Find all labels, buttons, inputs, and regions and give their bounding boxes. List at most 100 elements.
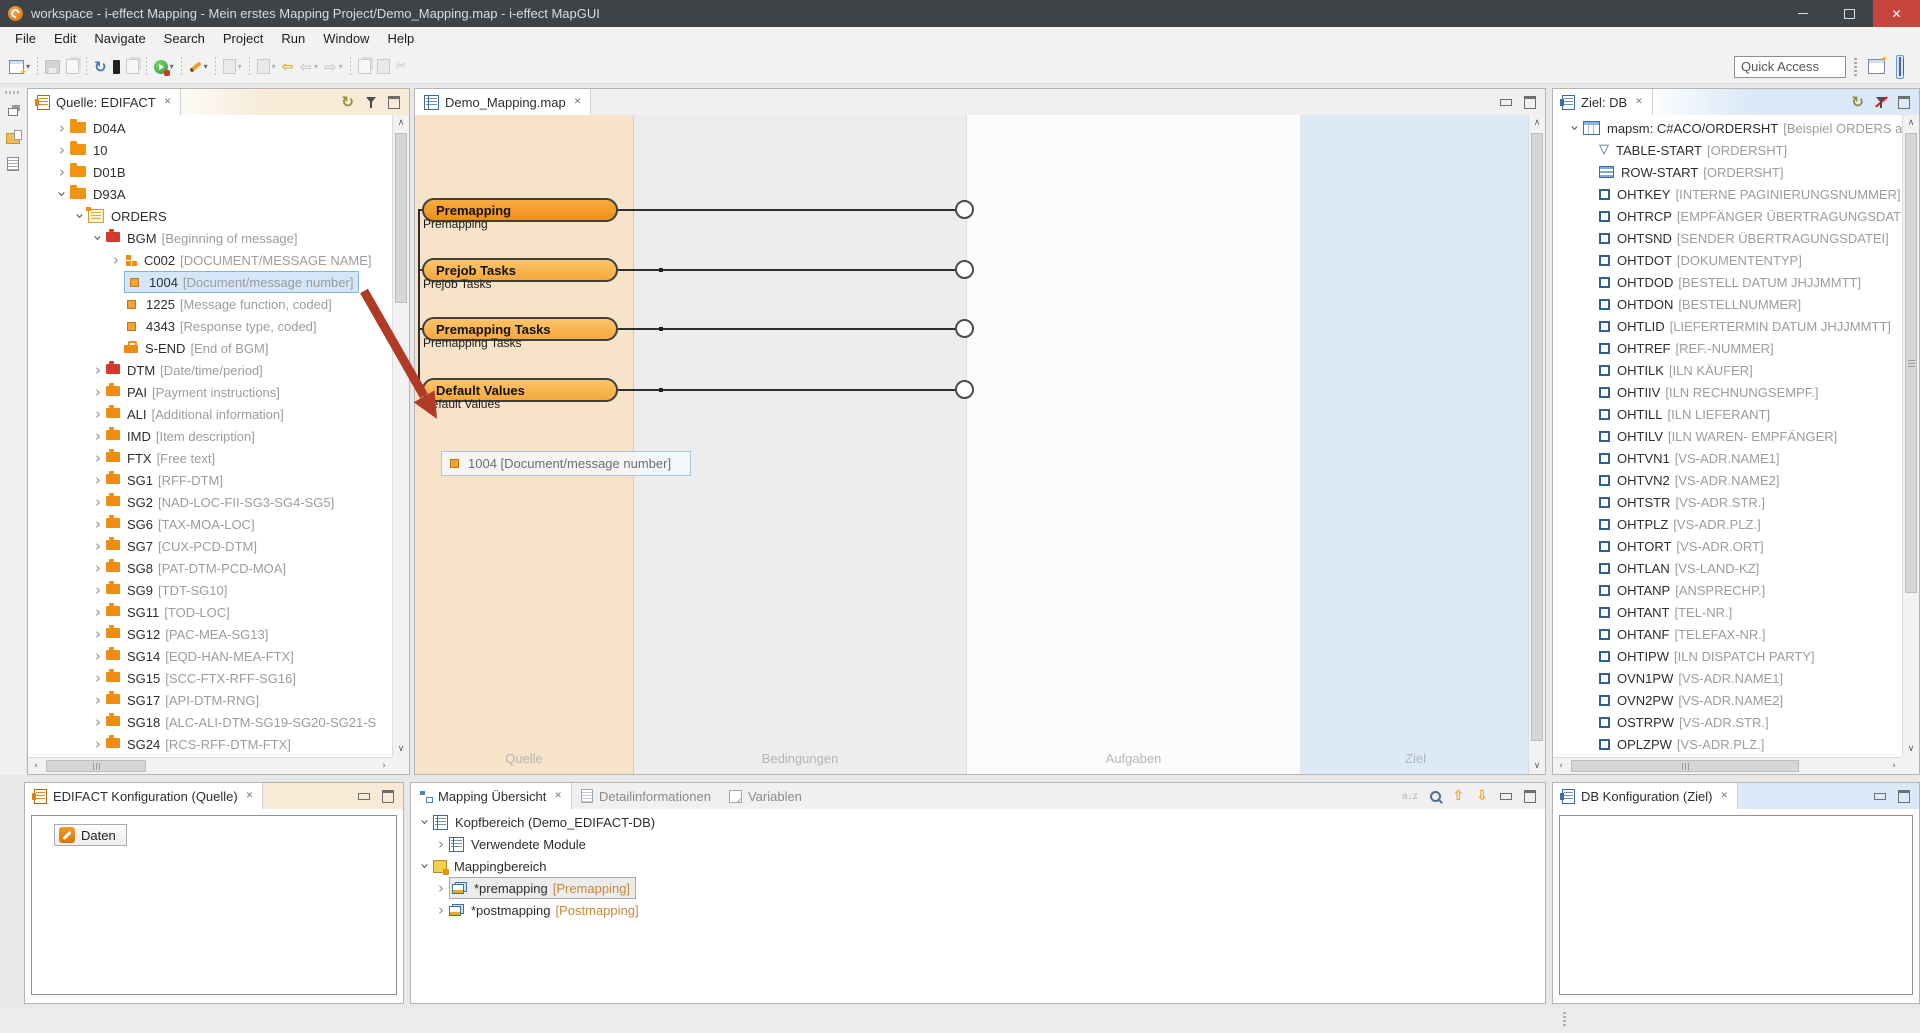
menu-navigate[interactable]: Navigate [85,31,154,46]
scroll-down-icon[interactable]: ∨ [1903,741,1919,757]
chevron-down-icon[interactable] [54,185,70,203]
tree-item[interactable]: 10 [28,139,392,161]
scroll-left-icon[interactable]: ‹ [1553,758,1569,774]
tree-item[interactable]: ROW-START[ORDERSHT] [1553,161,1902,183]
tree-item[interactable]: OHTORT[VS-ADR.ORT] [1553,535,1902,557]
tree-item[interactable]: SG11[TOD-LOC] [28,601,392,623]
chevron-right-icon[interactable] [90,493,106,511]
chevron-down-icon[interactable] [1567,119,1583,137]
chevron-right-icon[interactable] [54,119,70,137]
vertical-scrollbar[interactable]: ∧ ∨ [1902,115,1919,757]
link-with-editor-icon[interactable]: ↻ [341,95,354,110]
tree-item[interactable]: ALI[Additional information] [28,403,392,425]
chevron-down-icon[interactable] [417,857,433,875]
chevron-down-icon[interactable] [417,813,433,831]
vertical-scrollbar[interactable]: ∧ ∨ [392,115,409,757]
tree-item[interactable]: BGM[Beginning of message] [28,227,392,249]
tree-item[interactable]: SG1[RFF-DTM] [28,469,392,491]
chevron-right-icon[interactable] [433,901,449,919]
daten-button[interactable]: Daten [54,824,127,846]
menu-window[interactable]: Window [314,31,378,46]
tree-item[interactable]: OHTSTR[VS-ADR.STR.] [1553,491,1902,513]
tree-item[interactable]: SG24[RCS-RFF-DTM-FTX] [28,733,392,755]
tree-item[interactable]: 1225[Message function, coded] [28,293,392,315]
last-edit-location-button[interactable]: ⇦ [279,55,297,79]
horizontal-scrollbar[interactable]: ‹ › [28,757,392,774]
chevron-right-icon[interactable] [90,647,106,665]
sort-az-icon[interactable]: a↓z [1402,791,1418,802]
editor-vertical-scrollbar[interactable]: ∧ ∨ [1528,115,1545,774]
chevron-right-icon[interactable] [108,251,124,269]
tree-item[interactable]: OHTSND[SENDER ÜBERTRAGUNGSDATEI] [1553,227,1902,249]
tab-edifact-konfiguration[interactable]: EDIFACT Konfiguration (Quelle) ✕ [25,783,263,809]
new-wizard-button[interactable]: ▾ [6,55,33,79]
chevron-right-icon[interactable] [433,835,449,853]
scroll-up-icon[interactable]: ∧ [393,115,409,131]
minimize-editor-icon[interactable] [1500,99,1512,106]
tree-item[interactable]: OPLZPW[VS-ADR.PLZ.] [1553,733,1902,755]
chevron-right-icon[interactable] [90,691,106,709]
restore-view-button[interactable] [5,104,21,120]
filter-disabled-icon[interactable] [1876,97,1886,109]
chevron-right-icon[interactable] [90,405,106,423]
server-button[interactable] [110,55,123,79]
chevron-right-icon[interactable] [90,361,106,379]
menu-file[interactable]: File [6,31,45,46]
chevron-right-icon[interactable] [90,581,106,599]
close-icon[interactable]: ✕ [574,97,582,107]
chevron-right-icon[interactable] [90,383,106,401]
status-drag-handle[interactable] [1563,1012,1566,1028]
window-maximize-button[interactable] [1826,0,1873,27]
tree-item[interactable]: OHTPLZ[VS-ADR.PLZ.] [1553,513,1902,535]
link-with-editor-icon[interactable]: ↻ [1851,95,1864,110]
minimized-navigator-button[interactable] [5,130,21,146]
tree-item[interactable]: SG8[PAT-DTM-PCD-MOA] [28,557,392,579]
filter-icon[interactable] [366,97,376,109]
scroll-right-icon[interactable]: › [1886,758,1902,774]
tree-item[interactable]: Verwendete Module [411,833,660,855]
expand-all-icon[interactable]: ⇧ [1453,788,1465,804]
maximize-panel-icon[interactable] [1898,96,1910,109]
menu-help[interactable]: Help [378,31,423,46]
tree-item[interactable]: OHTILK[ILN KÄUFER] [1553,359,1902,381]
scroll-thumb[interactable] [1571,760,1799,772]
tree-item[interactable]: OHTRCP[EMPFÄNGER ÜBERTRAGUNGSDATE [1553,205,1902,227]
tree-item[interactable]: DTM[Date/time/period] [28,359,392,381]
tree-item[interactable]: SG15[SCC-FTX-RFF-SG16] [28,667,392,689]
tab-ziel-db[interactable]: Ziel: DB ✕ [1553,89,1653,115]
close-icon[interactable]: ✕ [1635,97,1643,107]
close-icon[interactable]: ✕ [164,97,172,107]
search-icon[interactable] [1430,791,1441,802]
tab-demo-mapping[interactable]: Demo_Mapping.map ✕ [415,89,591,115]
window-minimize-button[interactable] [1779,0,1826,27]
tree-item[interactable]: SG9[TDT-SG10] [28,579,392,601]
minimized-outline-button[interactable] [5,156,21,172]
chevron-right-icon[interactable] [54,141,70,159]
tab-db-konfiguration[interactable]: DB Konfiguration (Ziel) ✕ [1553,783,1738,809]
dropped-element-1004[interactable]: 1004 [Document/message number] [441,451,691,476]
menu-edit[interactable]: Edit [45,31,85,46]
tree-item[interactable]: IMD[Item description] [28,425,392,447]
tree-item[interactable]: OHTDOT[DOKUMENTENTYP] [1553,249,1902,271]
tree-item[interactable]: OHTKEY[INTERNE PAGINIERUNGSNUMMER] [1553,183,1902,205]
refresh-button[interactable]: ↻ [91,55,110,79]
minimize-panel-icon[interactable] [1874,793,1886,800]
chevron-right-icon[interactable] [90,713,106,731]
scroll-thumb[interactable] [1531,133,1543,741]
scroll-down-icon[interactable]: ∨ [393,741,409,757]
run-button[interactable]: ▾ [151,55,177,79]
menu-run[interactable]: Run [272,31,314,46]
window-close-button[interactable]: ✕ [1873,0,1920,27]
tree-item[interactable]: Kopfbereich (Demo_EDIFACT-DB) [411,811,660,833]
tab-variablen[interactable]: Variablen [720,783,811,809]
tree-item[interactable]: OHTANF[TELEFAX-NR.] [1553,623,1902,645]
tab-mapping-uebersicht[interactable]: Mapping Übersicht ✕ [411,783,572,809]
maximize-panel-icon[interactable] [388,96,400,109]
minimize-panel-icon[interactable] [1500,793,1512,800]
chevron-right-icon[interactable] [90,537,106,555]
tree-item[interactable]: D93A [28,183,392,205]
tree-item-postmapping[interactable]: *postmapping[Postmapping] [411,899,660,921]
tree-item[interactable]: PAI[Payment instructions] [28,381,392,403]
tree-item[interactable]: Mappingbereich [411,855,660,877]
tree-item[interactable]: SG18[ALC-ALI-DTM-SG19-SG20-SG21-S [28,711,392,733]
